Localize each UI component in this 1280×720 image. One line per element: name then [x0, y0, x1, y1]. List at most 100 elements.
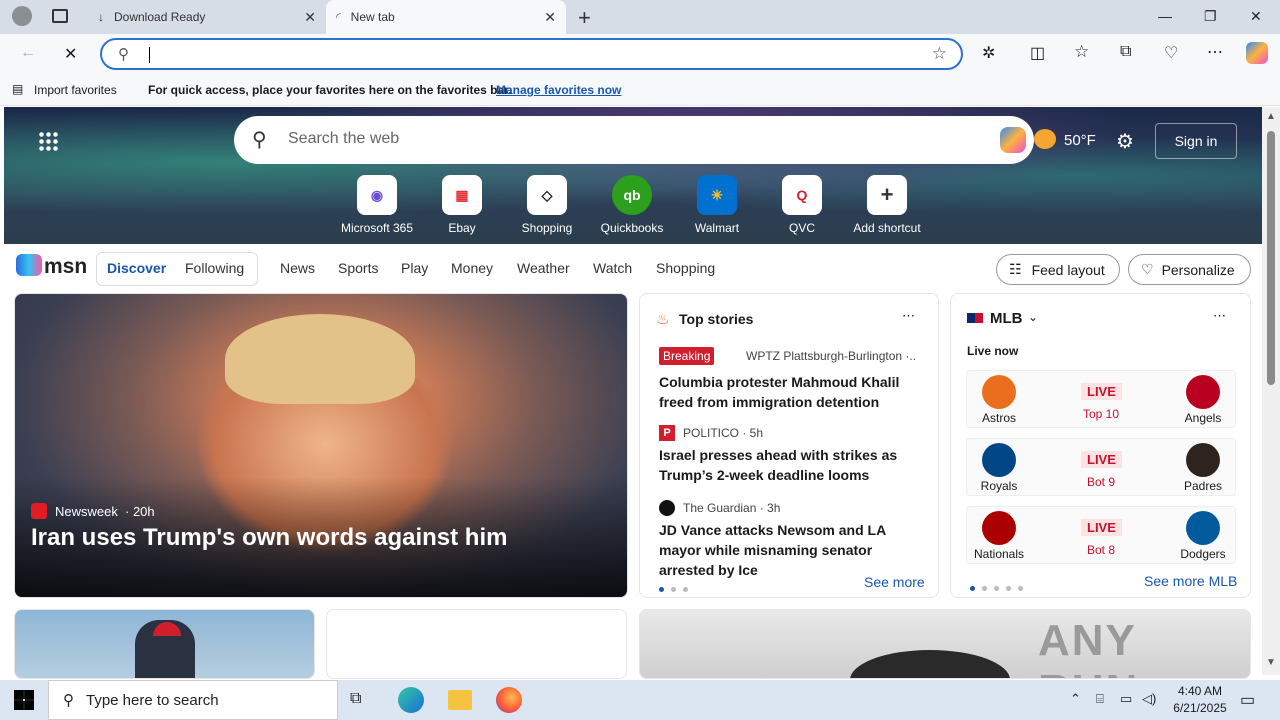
close-tab-icon[interactable]: ✕: [544, 9, 556, 26]
nav-sports[interactable]: Sports: [338, 260, 378, 276]
feed-layout-button[interactable]: ☷ Feed layout: [996, 254, 1120, 285]
taskbar-search[interactable]: ⚲ Type here to search: [48, 680, 338, 720]
apps-grid-icon[interactable]: [38, 131, 58, 151]
close-window-icon[interactable]: ✕: [1250, 8, 1262, 25]
tab-actions-icon[interactable]: [52, 9, 68, 23]
battery-icon[interactable]: ▭: [1120, 691, 1132, 707]
search-icon: ⚲: [118, 46, 129, 63]
more-menu-icon[interactable]: ⋯: [1207, 42, 1223, 62]
nav-play[interactable]: Play: [401, 260, 428, 276]
sign-in-button[interactable]: Sign in: [1155, 123, 1237, 159]
stop-loading-icon[interactable]: ✕: [64, 44, 77, 64]
shortcut-quickbooks[interactable]: qb Quickbooks: [587, 175, 677, 235]
msn-logo-icon[interactable]: [16, 254, 42, 276]
browser-essentials-icon[interactable]: ♡: [1164, 43, 1178, 63]
shortcut-ebay[interactable]: ▦ Ebay: [417, 175, 507, 235]
minimize-icon[interactable]: —: [1158, 8, 1172, 24]
weather-temp[interactable]: 50°F: [1064, 132, 1096, 149]
shortcut-microsoft-365[interactable]: ◉ Microsoft 365: [332, 175, 422, 235]
split-screen-icon[interactable]: ◫: [1030, 43, 1045, 63]
scroll-down-icon[interactable]: ▼: [1266, 657, 1276, 668]
personalize-button[interactable]: ♡ Personalize: [1128, 254, 1251, 285]
nav-watch[interactable]: Watch: [593, 260, 632, 276]
page-scrollbar[interactable]: ▲ ▼: [1262, 107, 1280, 675]
ebay-icon: ▦: [442, 175, 482, 215]
restore-icon[interactable]: ❐: [1204, 8, 1217, 25]
story-age: · 20h: [125, 504, 155, 519]
game-row[interactable]: Astros LIVE Top 10 Angels: [966, 370, 1236, 428]
settings-icon[interactable]: ⚙: [1116, 129, 1134, 154]
nav-weather[interactable]: Weather: [517, 260, 570, 276]
top-stories-title[interactable]: Top stories: [679, 311, 753, 327]
shortcut-shopping[interactable]: ◇ Shopping: [502, 175, 592, 235]
volume-icon[interactable]: ◁): [1142, 691, 1156, 707]
task-view-icon[interactable]: ⧉: [350, 690, 361, 708]
favorites-icon[interactable]: ☆: [1074, 42, 1089, 62]
copilot-search-icon[interactable]: [1000, 127, 1026, 153]
web-search-box[interactable]: ⚲ Search the web: [234, 116, 1034, 164]
address-bar[interactable]: ⚲ ☆: [100, 38, 963, 70]
chevron-down-icon[interactable]: ⌄: [1028, 310, 1038, 324]
clock-date[interactable]: 6/21/2025: [1168, 701, 1232, 715]
file-explorer-icon[interactable]: [448, 690, 472, 710]
breaking-badge: Breaking: [659, 347, 715, 365]
edge-taskbar-icon[interactable]: [398, 687, 424, 713]
shortcut-label: Shopping: [521, 221, 573, 235]
collections-icon[interactable]: ⧉: [1120, 43, 1131, 61]
story-headline[interactable]: JD Vance attacks Newsom and LA mayor whi…: [659, 520, 929, 580]
more-options-icon[interactable]: ⋯: [902, 308, 915, 324]
windows-start-icon[interactable]: [14, 690, 34, 710]
story-card[interactable]: [14, 609, 315, 679]
shortcut-qvc[interactable]: Q QVC: [757, 175, 847, 235]
taskbar-search-input[interactable]: Type here to search: [86, 692, 219, 709]
story-source: WPTZ Plattsburgh-Burlington ·...: [746, 349, 916, 363]
extensions-icon[interactable]: ✲: [982, 43, 995, 63]
story-headline[interactable]: Iran uses Trump's own words against him: [31, 524, 507, 552]
import-favorites-button[interactable]: Import favorites: [34, 83, 117, 97]
shortcut-label: Add shortcut: [853, 221, 921, 235]
hero-story-card[interactable]: Newsweek · 20h Iran uses Trump's own wor…: [14, 293, 628, 598]
nav-money[interactable]: Money: [451, 260, 493, 276]
scroll-up-icon[interactable]: ▲: [1266, 111, 1276, 122]
tab-download-ready[interactable]: ↓ Download Ready ✕: [88, 0, 326, 34]
network-icon[interactable]: ⌸: [1096, 691, 1104, 707]
tab-discover[interactable]: Discover: [107, 260, 166, 276]
shortcut-add[interactable]: + Add shortcut: [842, 175, 932, 235]
scroll-thumb[interactable]: [1267, 131, 1275, 385]
mlb-title[interactable]: MLB: [990, 310, 1023, 327]
copilot-icon[interactable]: [1246, 42, 1268, 64]
firefox-icon[interactable]: [496, 687, 522, 713]
story-image: [850, 650, 1010, 678]
shortcut-walmart[interactable]: ✳ Walmart: [672, 175, 762, 235]
game-row[interactable]: Nationals LIVE Bot 8 Dodgers: [966, 506, 1236, 564]
tab-new-tab[interactable]: ◜ New tab ✕: [326, 0, 566, 34]
tab-bar: ↓ Download Ready ✕ ◜ New tab ✕ + — ❐ ✕: [0, 0, 1280, 34]
story-headline[interactable]: Israel presses ahead with strikes as Tru…: [659, 445, 929, 485]
story-headline[interactable]: Columbia protester Mahmoud Khalil freed …: [659, 372, 929, 412]
close-tab-icon[interactable]: ✕: [304, 9, 316, 26]
team-name: Astros: [981, 411, 1016, 425]
story-card[interactable]: [326, 609, 627, 679]
tray-chevron-icon[interactable]: ⌃: [1070, 691, 1081, 707]
game-row[interactable]: Royals LIVE Bot 9 Padres: [966, 438, 1236, 496]
manage-favorites-link[interactable]: Manage favorites now: [496, 83, 621, 97]
story-card[interactable]: ANY RUN: [639, 609, 1251, 679]
favorite-star-icon[interactable]: ☆: [932, 44, 947, 64]
nav-news[interactable]: News: [280, 260, 315, 276]
team-home: Royals: [967, 439, 1031, 497]
web-search-input[interactable]: Search the web: [288, 130, 399, 148]
nav-shopping[interactable]: Shopping: [656, 260, 715, 276]
back-icon[interactable]: ←: [20, 44, 36, 62]
new-tab-icon[interactable]: +: [578, 5, 591, 31]
download-icon: ↓: [98, 10, 104, 24]
profile-icon[interactable]: [12, 6, 32, 26]
clock-time[interactable]: 4:40 AM: [1172, 684, 1228, 698]
mlb-carousel-dots[interactable]: [970, 579, 1030, 594]
more-options-icon[interactable]: ⋯: [1213, 308, 1226, 324]
see-more-link[interactable]: See more: [864, 574, 925, 590]
see-more-mlb-link[interactable]: See more MLB: [1144, 573, 1237, 589]
notifications-icon[interactable]: ▭: [1240, 690, 1255, 710]
carousel-dots[interactable]: [659, 580, 695, 595]
tab-following[interactable]: Following: [185, 260, 244, 276]
msn-logo-text[interactable]: msn: [44, 255, 87, 279]
